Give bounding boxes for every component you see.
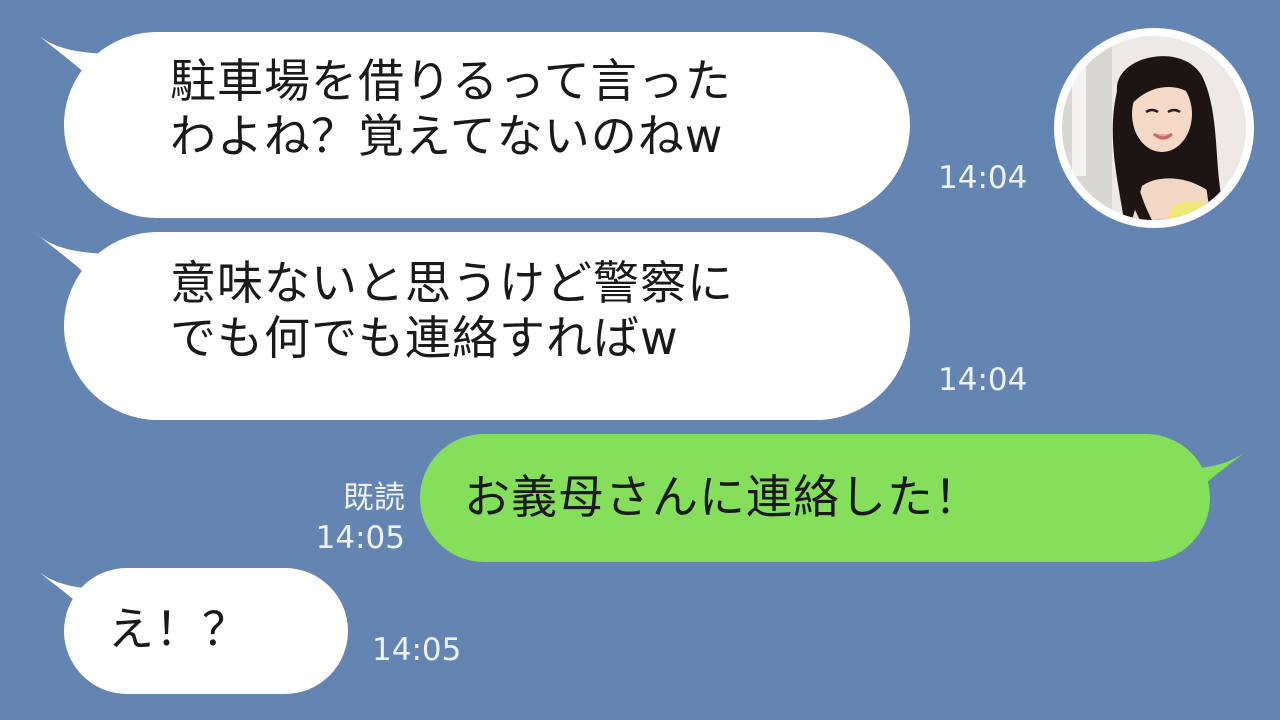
message-text: え！？	[108, 602, 249, 656]
message-bubble[interactable]: え！？	[64, 568, 348, 694]
message-bubble[interactable]: 駐車場を借りるって言った わよね？覚えてないのねw	[64, 32, 910, 218]
message-text: 意味ないと思うけど警察に でも何でも連絡すればw	[170, 256, 734, 366]
message-text: 駐車場を借りるって言った わよね？覚えてないのねw	[170, 54, 732, 164]
message-timestamp: 14:04	[938, 160, 1028, 196]
message-bubble[interactable]: お義母さんに連絡した！	[420, 434, 1210, 562]
read-receipt: 既読	[343, 480, 405, 516]
message-timestamp: 14:05	[372, 632, 462, 668]
message-read-status: 既読 14:05	[300, 478, 405, 559]
message-timestamp: 14:04	[938, 362, 1028, 398]
message-bubble[interactable]: 意味ないと思うけど警察に でも何でも連絡すればw	[64, 232, 910, 420]
avatar[interactable]	[1054, 28, 1254, 228]
message-text: お義母さんに連絡した！	[464, 470, 981, 524]
woman-portrait-avatar-icon	[1062, 36, 1246, 220]
message-timestamp: 14:05	[315, 520, 405, 557]
